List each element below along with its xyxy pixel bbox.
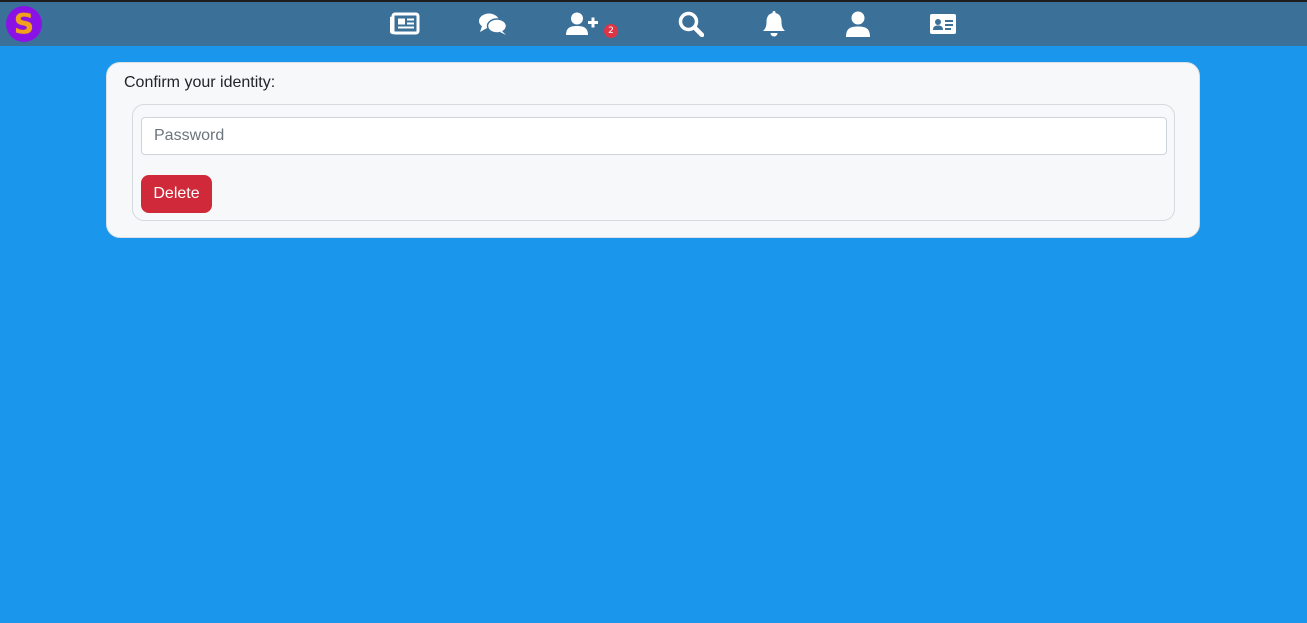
card-title: Confirm your identity: xyxy=(124,74,276,91)
nav-search[interactable] xyxy=(678,11,704,39)
bell-icon xyxy=(763,11,785,37)
friend-requests-badge: 2 xyxy=(604,24,618,38)
user-icon xyxy=(846,11,870,37)
id-card-icon xyxy=(930,14,956,34)
app-logo[interactable]: S xyxy=(6,6,42,42)
confirm-identity-card: Confirm your identity: Delete xyxy=(106,62,1200,238)
nav-account[interactable] xyxy=(930,14,956,42)
newspaper-icon xyxy=(390,12,420,35)
delete-form: Delete xyxy=(132,104,1175,221)
top-navbar: S 2 xyxy=(0,0,1307,46)
password-input[interactable] xyxy=(141,117,1167,155)
nav-profile[interactable] xyxy=(845,11,871,39)
delete-button[interactable]: Delete xyxy=(141,175,212,213)
nav-friend-requests[interactable] xyxy=(566,12,600,40)
comments-icon xyxy=(479,13,508,35)
logo-letter: S xyxy=(13,7,35,40)
search-icon xyxy=(678,11,704,37)
user-plus-icon xyxy=(566,12,598,35)
nav-notifications[interactable] xyxy=(762,11,786,39)
nav-news[interactable] xyxy=(390,12,420,40)
nav-messages[interactable] xyxy=(478,12,508,40)
